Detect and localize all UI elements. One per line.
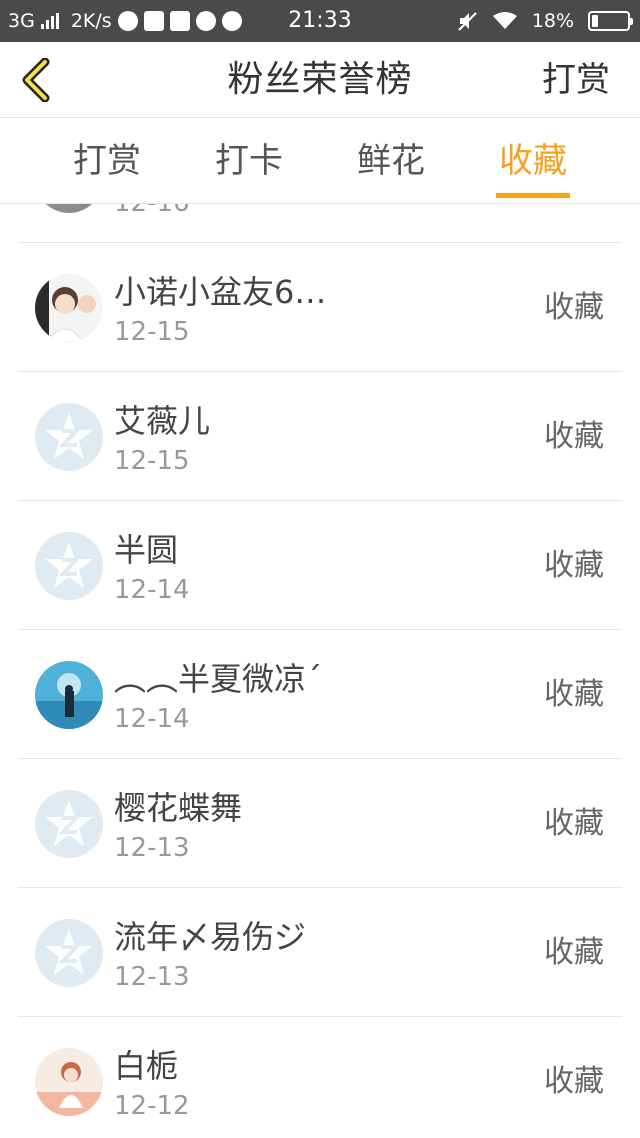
item-date: 12-15 bbox=[114, 446, 190, 476]
item-date: 12-16 bbox=[114, 204, 190, 218]
item-name: 半圆 bbox=[114, 531, 179, 569]
battery-percent: 18% bbox=[531, 10, 574, 32]
tab-label: 鲜花 bbox=[357, 141, 425, 181]
item-name: ︵︵半夏微凉ˊ bbox=[114, 660, 323, 698]
list-item[interactable]: 小诺小盆友6… 12-15 收藏 bbox=[18, 243, 622, 372]
list-item[interactable]: ︵︵半夏微凉ˊ 12-14 收藏 bbox=[18, 630, 622, 759]
tab-flowers[interactable]: 鲜花 bbox=[354, 118, 428, 204]
list-item[interactable]: 12-16 bbox=[18, 204, 622, 243]
item-date: 12-14 bbox=[114, 575, 190, 605]
default-avatar-icon bbox=[35, 532, 103, 600]
tab-label: 打赏 bbox=[73, 141, 141, 181]
default-avatar-icon bbox=[35, 403, 103, 471]
item-date: 12-14 bbox=[114, 704, 190, 734]
favorite-label: 收藏 bbox=[544, 806, 604, 841]
item-name: 樱花蝶舞 bbox=[114, 789, 243, 827]
list-item[interactable]: 半圆 12-14 收藏 bbox=[18, 501, 622, 630]
list-item[interactable]: 白栀 12-12 收藏 bbox=[18, 1017, 622, 1138]
battery-fill bbox=[592, 15, 598, 27]
item-name: 流年〆易伤ジ bbox=[114, 918, 307, 956]
item-date: 12-13 bbox=[114, 962, 190, 992]
top-navigation-bar: 粉丝荣誉榜 打赏 bbox=[0, 42, 640, 118]
favorite-label: 收藏 bbox=[544, 1064, 604, 1099]
avatar bbox=[35, 274, 103, 342]
item-date: 12-13 bbox=[114, 833, 190, 863]
status-bar: 3G 2K/s 21:33 18% bbox=[0, 0, 640, 42]
battery-icon bbox=[588, 11, 633, 31]
item-date: 12-15 bbox=[114, 317, 190, 347]
favorite-label: 收藏 bbox=[544, 677, 604, 712]
list-item[interactable]: 流年〆易伤ジ 12-13 收藏 bbox=[18, 888, 622, 1017]
tab-label: 收藏 bbox=[499, 141, 567, 181]
tab-checkin[interactable]: 打卡 bbox=[212, 118, 286, 204]
status-right: 18% bbox=[456, 0, 633, 42]
avatar bbox=[35, 1048, 103, 1116]
active-tab-indicator bbox=[496, 193, 570, 198]
fan-list[interactable]: 12-16 小诺小盆友6… 12-15 收藏 艾薇儿 12-15 收藏 半圆 bbox=[0, 204, 640, 1138]
favorite-label: 收藏 bbox=[544, 290, 604, 325]
item-name: 白栀 bbox=[114, 1047, 179, 1085]
favorite-label: 收藏 bbox=[544, 935, 604, 970]
default-avatar-icon bbox=[35, 790, 103, 858]
tab-reward[interactable]: 打赏 bbox=[70, 118, 144, 204]
item-name: 小诺小盆友6… bbox=[114, 273, 327, 311]
mute-icon bbox=[458, 12, 477, 31]
wifi-icon bbox=[492, 12, 517, 29]
reward-button[interactable]: 打赏 bbox=[542, 42, 610, 118]
avatar bbox=[35, 661, 103, 729]
favorite-label: 收藏 bbox=[544, 548, 604, 583]
list-item[interactable]: 樱花蝶舞 12-13 收藏 bbox=[18, 759, 622, 888]
default-avatar-icon bbox=[35, 919, 103, 987]
favorite-label: 收藏 bbox=[544, 419, 604, 454]
list-item[interactable]: 艾薇儿 12-15 收藏 bbox=[18, 372, 622, 501]
tab-favorites[interactable]: 收藏 bbox=[496, 118, 570, 204]
tab-label: 打卡 bbox=[215, 141, 283, 181]
item-name: 艾薇儿 bbox=[114, 402, 211, 440]
category-tabs: 打赏 打卡 鲜花 收藏 bbox=[0, 118, 640, 204]
avatar bbox=[35, 204, 103, 213]
item-date: 12-12 bbox=[114, 1091, 190, 1121]
